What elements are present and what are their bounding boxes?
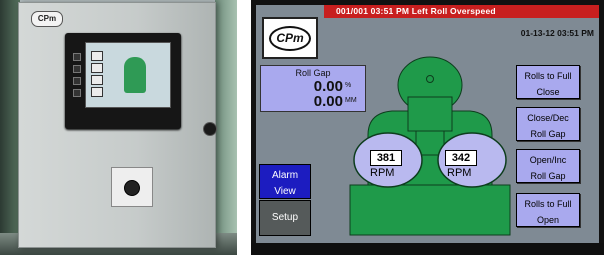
mini-screen-button [91,51,103,61]
alarm-view-button[interactable]: Alarm View [259,164,311,199]
setup-button[interactable]: Setup [259,200,311,236]
rolls-full-close-line2: Close [536,87,560,97]
brand-logo-text: CPm [269,26,311,51]
machine-feed-chute [407,96,453,132]
cabinet-photo: CPm [0,0,237,255]
mini-machine-graphic [124,57,146,93]
key-switch-plate [111,167,153,207]
left-roll-rpm-value: 381 [370,150,402,166]
rolls-full-close-line1: Rolls to Full [524,71,572,81]
mini-hmi-screen [85,42,171,108]
roll-gap-mm-value: 0.00 [313,93,343,110]
alarm-banner-text: 001/001 03:51 PM Left Roll Overspeed [336,6,496,16]
photo-background-right [215,0,237,255]
cabinet-logo: CPm [31,11,63,27]
hmi-screen: 001/001 03:51 PM Left Roll Overspeed 01-… [256,5,599,243]
open-inc-line2: Roll Gap [530,171,566,181]
rolls-full-open-line2: Open [536,215,560,225]
indicator-knob [203,122,217,136]
open-inc-line1: Open/Inc [529,155,567,165]
hmi-bezel [65,33,181,129]
datetime-display: 01-13-12 03:51 PM [520,28,594,38]
mini-screen-button [91,63,103,73]
key-switch [124,180,140,196]
bezel-button [73,77,81,85]
hmi-frame-bottom [251,243,604,255]
photo-background-left [0,0,20,255]
machine-base [349,184,511,236]
right-roll-rpm-value: 342 [445,150,477,166]
bezel-button [73,53,81,61]
mini-screen-button [91,87,103,97]
close-dec-line1: Close/Dec [527,113,569,123]
rolls-to-full-open-button[interactable]: Rolls to Full Open [516,193,580,227]
alarm-view-label-line1: Alarm [271,170,299,181]
bezel-button [73,89,81,97]
rolls-to-full-close-button[interactable]: Rolls to Full Close [516,65,580,99]
control-cabinet: CPm [18,2,217,248]
roller-mill-graphic [349,56,511,236]
open-inc-roll-gap-button[interactable]: Open/Inc Roll Gap [516,149,580,183]
rolls-full-open-line1: Rolls to Full [524,199,572,209]
alarm-view-label-line2: View [274,186,296,197]
close-dec-roll-gap-button[interactable]: Close/Dec Roll Gap [516,107,580,141]
bezel-button [73,65,81,73]
close-dec-line2: Roll Gap [530,129,566,139]
mini-screen-button [91,75,103,85]
left-roll-rpm-unit: RPM [370,167,395,179]
right-roll-rpm-unit: RPM [447,167,472,179]
brand-logo: CPm [262,17,318,59]
